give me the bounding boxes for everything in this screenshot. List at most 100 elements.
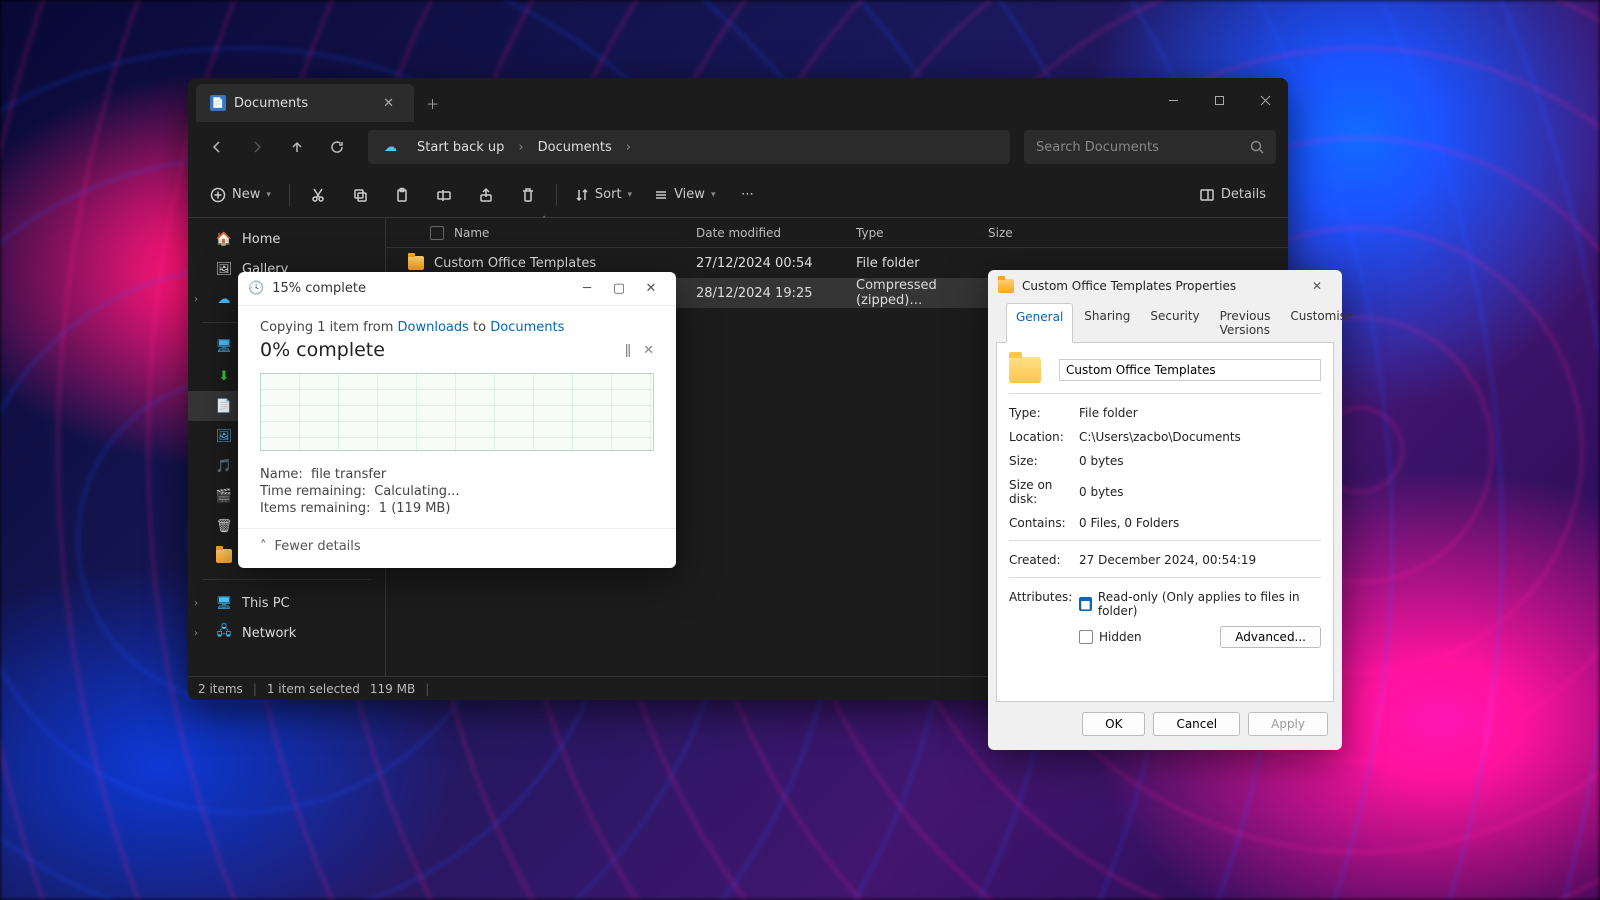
file-type: File folder [844, 256, 976, 271]
pc-icon: 🖥 [216, 595, 232, 611]
status-count: 2 items [198, 682, 243, 696]
chevron-right-icon[interactable]: › [194, 294, 198, 305]
advanced-button[interactable]: Advanced... [1220, 626, 1321, 648]
dialog-title: 15% complete [272, 281, 366, 296]
sort-indicator-icon: ˄ [542, 216, 547, 226]
column-header-date[interactable]: Date modified [684, 226, 844, 240]
minimize-button[interactable]: ─ [572, 276, 602, 302]
forward-button[interactable] [240, 130, 274, 164]
status-selected: 1 item selected [267, 682, 360, 696]
titlebar: 📄 Documents ✕ ＋ [188, 78, 1288, 122]
file-type: Compressed (zipped)… [844, 278, 976, 308]
percent-complete: 0% complete [260, 339, 385, 361]
more-button[interactable]: ⋯ [729, 179, 765, 211]
chevron-right-icon[interactable]: › [194, 598, 198, 609]
new-button[interactable]: New▾ [202, 179, 279, 211]
sort-button[interactable]: Sort▾ [567, 179, 640, 211]
ok-button[interactable]: OK [1082, 712, 1145, 736]
dialog-title: Custom Office Templates Properties [1022, 279, 1236, 293]
chevron-right-icon[interactable]: › [516, 140, 525, 155]
dialog-titlebar: Custom Office Templates Properties ✕ [988, 270, 1342, 302]
hidden-label: Hidden [1099, 630, 1142, 644]
trash-icon: 🗑 [216, 518, 232, 534]
column-header-type[interactable]: Type [844, 226, 976, 240]
refresh-button[interactable] [320, 130, 354, 164]
toolbar: New▾ Sort▾ View▾ ⋯ Details [188, 172, 1288, 218]
prop-size: 0 bytes [1079, 454, 1321, 468]
prop-location: C:\Users\zacbo\Documents [1079, 430, 1321, 444]
tab-general[interactable]: General [1006, 303, 1073, 343]
cancel-button[interactable]: Cancel [1153, 712, 1240, 736]
maximize-button[interactable] [1196, 78, 1242, 122]
cancel-button[interactable]: ✕ [643, 343, 654, 358]
link-from[interactable]: Downloads [398, 320, 469, 335]
sidebar-item-network[interactable]: ›🖧Network [188, 618, 385, 648]
breadcrumb-backup[interactable]: Start back up [409, 136, 512, 159]
address-bar[interactable]: ☁ Start back up › Documents › [368, 130, 1010, 164]
close-tab-button[interactable]: ✕ [377, 93, 400, 114]
sort-label: Sort [595, 187, 622, 202]
details-pane-button[interactable]: Details [1191, 179, 1274, 211]
download-icon: ⬇ [216, 368, 232, 384]
breadcrumb-current[interactable]: Documents [530, 136, 620, 159]
delete-button[interactable] [510, 179, 546, 211]
status-size: 119 MB [370, 682, 415, 696]
documents-icon: 📄 [210, 95, 226, 111]
view-label: View [674, 187, 705, 202]
column-header-name[interactable]: Name [386, 226, 684, 240]
network-icon: 🖧 [216, 625, 232, 641]
share-button[interactable] [468, 179, 504, 211]
tab-documents[interactable]: 📄 Documents ✕ [196, 84, 414, 122]
tab-title: Documents [234, 96, 308, 111]
folder-icon [408, 256, 424, 270]
close-window-button[interactable] [1242, 78, 1288, 122]
readonly-checkbox[interactable]: ■ [1079, 597, 1092, 611]
column-header-size[interactable]: Size [976, 226, 1066, 240]
close-button[interactable]: ✕ [1302, 274, 1332, 298]
sidebar-item-home[interactable]: 🏠 Home [188, 224, 385, 254]
cloud-backup-icon: ☁ [376, 136, 405, 159]
tab-customise[interactable]: Customise [1281, 303, 1362, 343]
folder-icon [998, 279, 1014, 293]
link-to[interactable]: Documents [490, 320, 564, 335]
copy-button[interactable] [342, 179, 378, 211]
rename-button[interactable] [426, 179, 462, 211]
chevron-right-icon[interactable]: › [624, 140, 633, 155]
paste-button[interactable] [384, 179, 420, 211]
documents-icon: 📄 [216, 398, 232, 414]
pictures-icon: 🖼 [216, 428, 232, 444]
tab-sharing[interactable]: Sharing [1075, 303, 1139, 343]
search-placeholder: Search Documents [1036, 140, 1159, 155]
folder-name-input[interactable] [1059, 359, 1321, 381]
hidden-checkbox[interactable] [1079, 630, 1093, 644]
sidebar-label: This PC [242, 596, 290, 611]
tab-security[interactable]: Security [1141, 303, 1208, 343]
transfer-graph [260, 373, 654, 451]
tab-previous-versions[interactable]: Previous Versions [1211, 303, 1280, 343]
cut-button[interactable] [300, 179, 336, 211]
select-all-checkbox[interactable] [430, 226, 444, 240]
fewer-details-button[interactable]: ˄Fewer details [260, 539, 654, 554]
up-button[interactable] [280, 130, 314, 164]
copy-description: Copying 1 item from Downloads to Documen… [260, 320, 654, 335]
prop-contains: 0 Files, 0 Folders [1079, 516, 1321, 530]
back-button[interactable] [200, 130, 234, 164]
minimize-button[interactable] [1150, 78, 1196, 122]
sidebar-item-thispc[interactable]: › 🖥 This PC [188, 588, 385, 618]
search-input[interactable]: Search Documents [1024, 130, 1276, 164]
maximize-button[interactable]: ▢ [604, 276, 634, 302]
copy-details: Name: file transfer Time remaining: Calc… [260, 467, 654, 516]
file-name: Custom Office Templates [434, 256, 596, 271]
cloud-icon: ☁ [216, 291, 232, 307]
new-label: New [232, 187, 260, 202]
sidebar-label: Home [242, 232, 280, 247]
navbar: ☁ Start back up › Documents › Search Doc… [188, 122, 1288, 172]
home-icon: 🏠 [216, 231, 232, 247]
details-label: Details [1221, 187, 1266, 202]
pause-button[interactable]: ǁ [625, 343, 631, 358]
view-button[interactable]: View▾ [646, 179, 723, 211]
chevron-right-icon[interactable]: › [194, 628, 198, 639]
close-button[interactable]: ✕ [636, 276, 666, 302]
apply-button[interactable]: Apply [1248, 712, 1328, 736]
new-tab-button[interactable]: ＋ [414, 84, 451, 122]
